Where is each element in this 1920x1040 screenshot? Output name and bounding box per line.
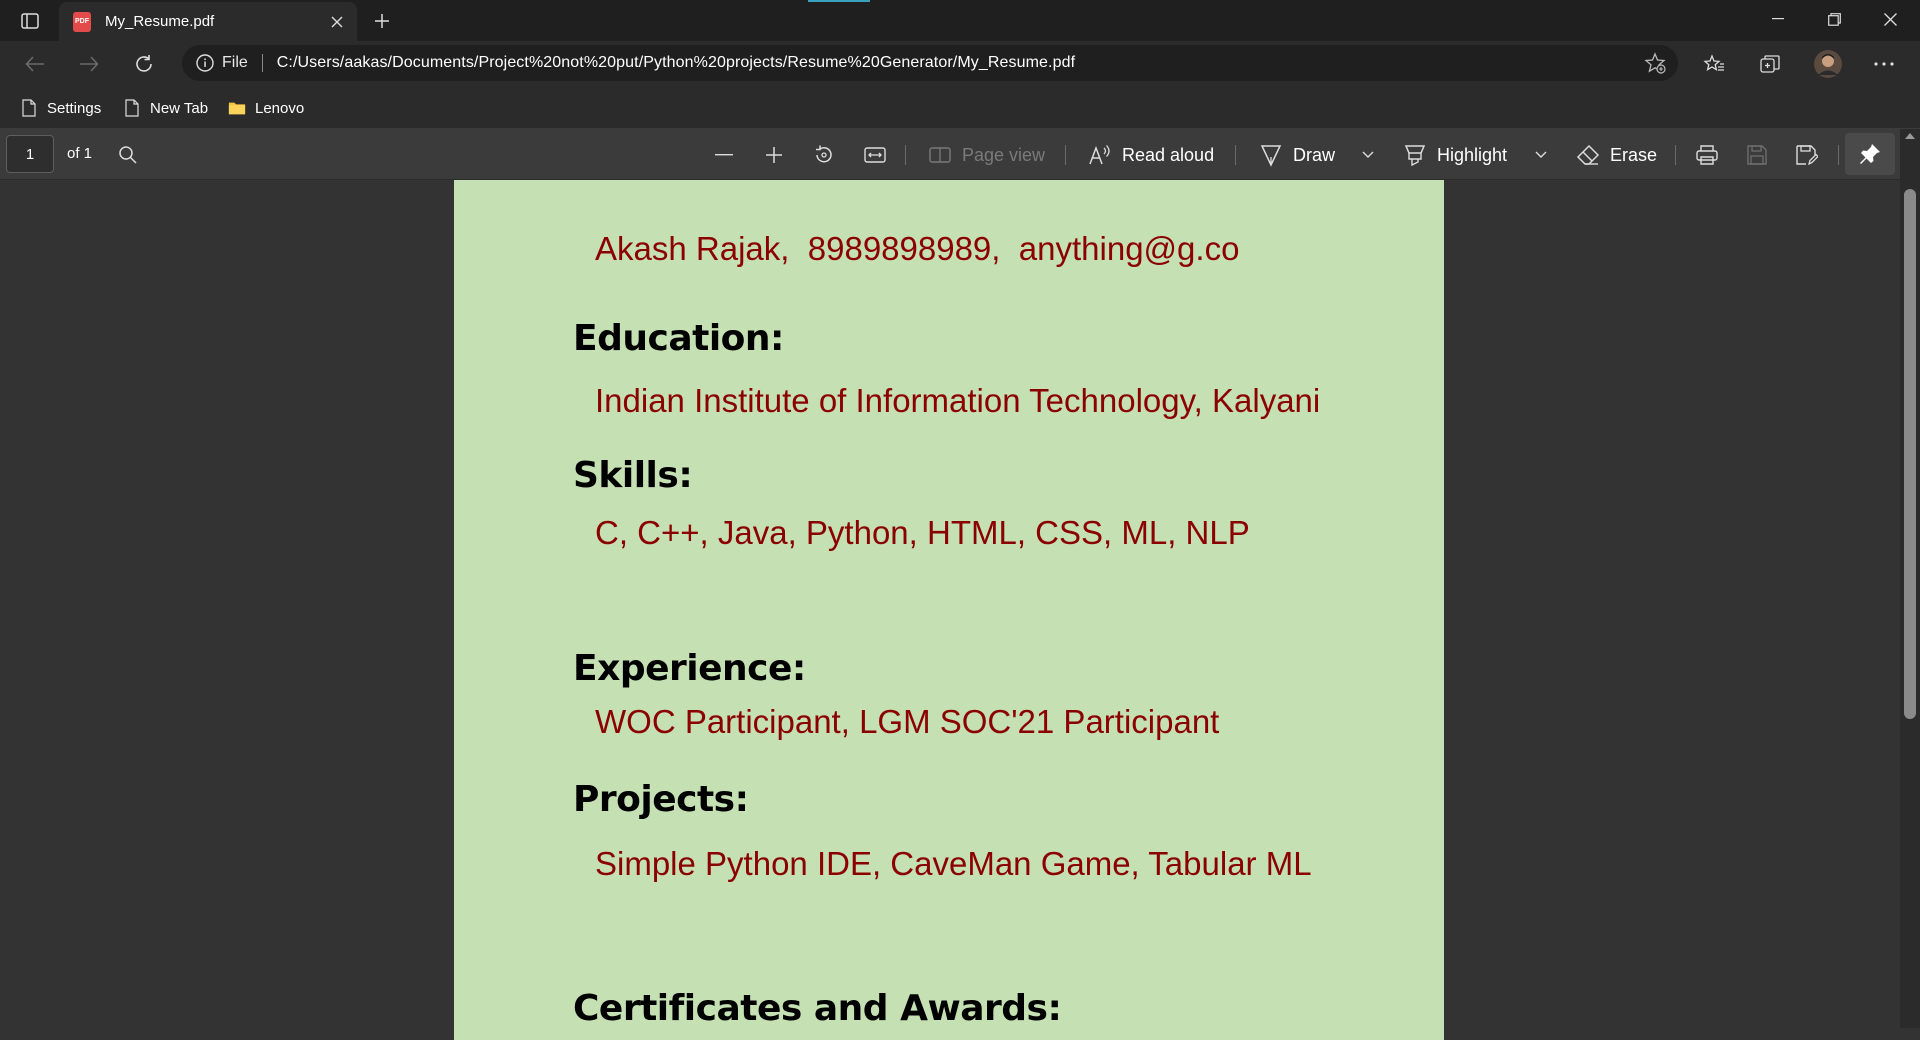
address-bar[interactable]: File C:/Users/aakas/Documents/Project%20… [182,45,1678,81]
bookmark-label: Settings [47,99,102,117]
page-icon [123,98,141,118]
experience-text: WOC Participant, LGM SOC'21 Participant [595,703,1220,740]
zoom-out-icon[interactable] [707,138,741,172]
save-icon[interactable] [1740,138,1774,172]
close-window-icon[interactable] [1862,0,1918,38]
print-icon[interactable] [1690,138,1724,172]
folder-icon [228,98,246,118]
skills-heading: Skills: [573,455,693,496]
education-heading: Education: [573,318,784,359]
add-favorite-star-icon[interactable] [1642,51,1668,75]
scroll-thumb[interactable] [1904,189,1916,719]
info-icon[interactable] [196,54,214,72]
contact-line: Akash Rajak, 8989898989, anything@g.co [595,230,1240,267]
bookmark-label: New Tab [150,99,209,117]
toolbar-divider [1235,145,1236,165]
save-as-icon[interactable] [1790,138,1824,172]
toolbar-divider [1065,145,1066,165]
erase-label: Erase [1610,144,1658,165]
projects-text: Simple Python IDE, CaveMan Game, Tabular… [595,845,1312,882]
close-tab-icon[interactable] [323,8,351,36]
rotate-icon[interactable] [807,138,841,172]
draw-pen-icon [1259,143,1283,167]
skills-text: C, C++, Java, Python, HTML, CSS, ML, NLP [595,514,1250,551]
minimize-icon[interactable] [1750,0,1806,38]
address-scheme-label: File [222,54,248,71]
refresh-icon[interactable] [126,47,162,81]
bookmark-label: Lenovo [255,99,305,117]
pdf-page: Akash Rajak, 8989898989, anything@g.co E… [454,180,1444,1040]
read-aloud-button[interactable]: Read aloud [1088,138,1214,172]
page-number-input[interactable]: 1 [6,135,54,173]
tab-my-resume[interactable]: PDF My_Resume.pdf [59,2,357,41]
favorites-icon[interactable] [1696,47,1732,81]
toolbar-divider [1838,145,1839,165]
back-arrow-icon[interactable] [17,47,53,81]
page-view-button[interactable]: Page view [928,138,1045,172]
address-separator [261,54,263,72]
highlight-button[interactable]: Highlight [1403,138,1507,172]
draw-button[interactable]: Draw [1259,138,1335,172]
search-icon[interactable] [111,138,145,172]
scroll-up-arrow-icon[interactable] [1905,133,1915,139]
read-aloud-icon [1088,143,1112,167]
address-url[interactable]: C:/Users/aakas/Documents/Project%20not%2… [277,54,1075,72]
certificates-heading: Certificates and Awards: [573,988,1062,1029]
read-aloud-label: Read aloud [1122,144,1215,165]
bookmark-folder-lenovo[interactable]: Lenovo [228,96,304,120]
eraser-icon [1576,143,1600,167]
fit-to-width-icon[interactable] [858,138,892,172]
more-options-icon[interactable] [1866,47,1902,81]
profile-avatar[interactable] [1810,47,1846,81]
restore-icon[interactable] [1806,0,1862,38]
pdf-toolbar: 1 of 1 Page view Read aloud Draw Highlig… [0,129,1900,180]
bookmark-settings[interactable]: Settings [20,96,101,120]
tab-title: My_Resume.pdf [105,13,215,30]
draw-label: Draw [1293,144,1336,165]
drag-region-accent [808,0,870,2]
collections-icon[interactable] [1752,47,1788,81]
highlight-options-chevron-down-icon[interactable] [1524,138,1558,172]
toolbar-divider [905,145,906,165]
tab-actions-icon[interactable] [14,7,46,35]
page-total-label: of 1 [67,145,93,162]
pdf-icon: PDF [73,11,91,32]
new-tab-plus-icon[interactable] [366,6,398,36]
navigation-bar: File C:/Users/aakas/Documents/Project%20… [0,41,1920,86]
experience-heading: Experience: [573,648,806,689]
pdf-viewer[interactable]: Akash Rajak, 8989898989, anything@g.co E… [0,180,1900,1040]
page-view-icon [928,143,952,167]
education-text: Indian Institute of Information Technolo… [595,382,1321,419]
highlight-label: Highlight [1437,144,1508,165]
draw-options-chevron-down-icon[interactable] [1351,138,1385,172]
forward-arrow-icon[interactable] [71,47,107,81]
zoom-in-icon[interactable] [757,138,791,172]
vertical-scrollbar[interactable] [1900,129,1920,1028]
bookmarks-bar: Settings New Tab Lenovo [0,86,1920,129]
bookmark-new-tab[interactable]: New Tab [123,96,208,120]
highlighter-icon [1403,143,1427,167]
pin-toolbar-icon[interactable] [1845,133,1895,175]
page-view-label: Page view [962,144,1046,165]
erase-button[interactable]: Erase [1576,138,1657,172]
title-bar: PDF My_Resume.pdf [0,0,1920,41]
toolbar-divider [1675,145,1676,165]
page-icon [20,98,38,118]
projects-heading: Projects: [573,779,749,820]
